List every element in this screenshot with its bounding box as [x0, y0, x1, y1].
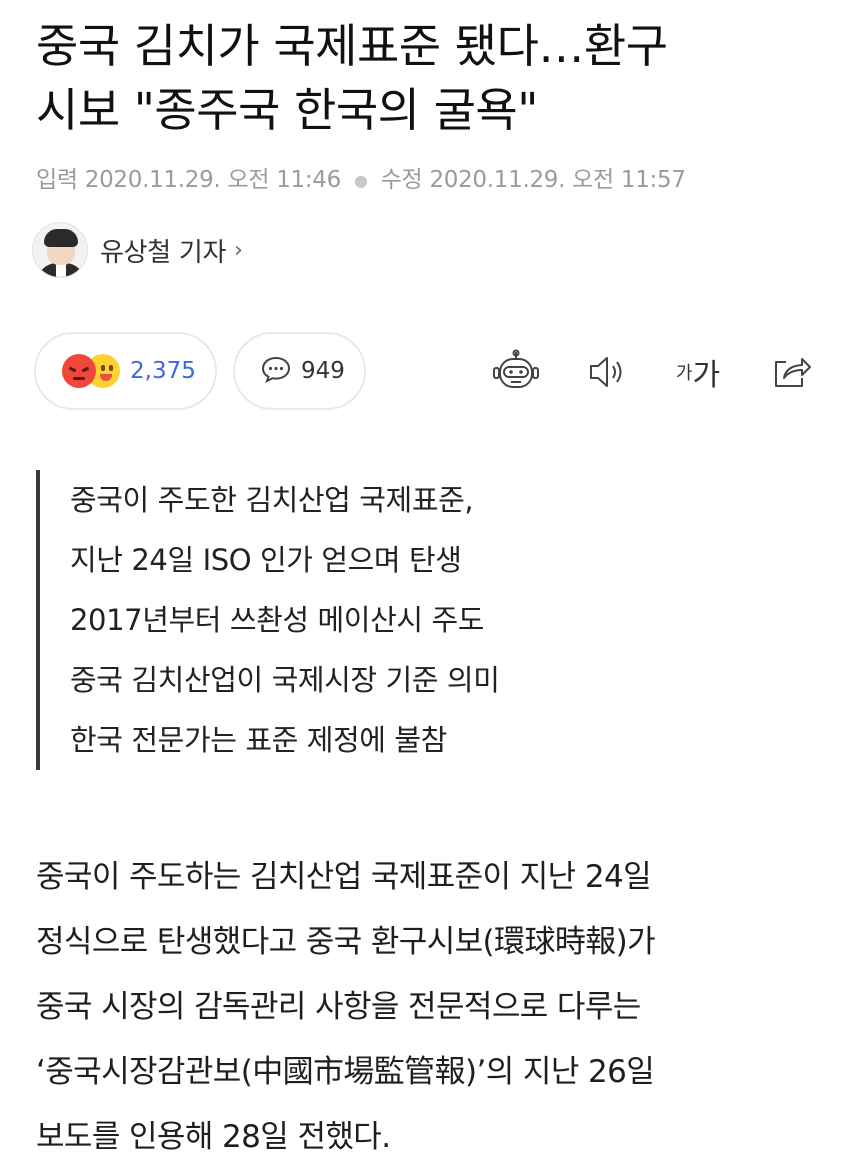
modified-date: 2020.11.29. 오전 11:57 [429, 167, 686, 193]
summary-line: 2017년부터 쓰촨성 메이산시 주도 [70, 603, 485, 637]
separator-dot-icon: ● [354, 171, 368, 190]
article-title-line: 시보 "종주국 한국의 굴욕" [36, 83, 538, 137]
reaction-count: 2,375 [130, 358, 196, 384]
article-body: 중국이 주도하는 김치산업 국제표준이 지난 24일 정식으로 탄생했다고 중국… [36, 845, 826, 1170]
posted-date: 2020.11.29. 오전 11:46 [84, 167, 342, 193]
summary-line: 한국 전문가는 표준 제정에 불참 [70, 723, 447, 757]
body-line: ‘중국시장감관보(中國市場監管報)’의 지난 26일 [36, 1054, 655, 1090]
body-line: 보도를 인용해 28일 전했다. [36, 1119, 391, 1155]
comment-count: 949 [301, 358, 345, 384]
article-title: 중국 김치가 국제표준 됐다…환구 시보 "종주국 한국의 굴욕" [36, 14, 826, 142]
font-size-small-label: 가 [675, 363, 693, 384]
author-avatar [32, 222, 88, 278]
modified-label: 수정 [380, 167, 423, 193]
author-name: 유상철 기자 [100, 237, 227, 268]
body-line: 중국이 주도하는 김치산업 국제표준이 지난 24일 [36, 859, 652, 895]
body-line: 정식으로 탄생했다고 중국 환구시보(環球時報)가 [36, 924, 656, 960]
share-icon[interactable] [766, 348, 816, 396]
speech-bubble-icon [261, 355, 291, 387]
angry-emoji-icon [62, 354, 96, 388]
body-line: 중국 시장의 감독관리 사항을 전문적으로 다루는 [36, 989, 641, 1025]
posted-label: 입력 [36, 167, 78, 193]
robot-summary-icon[interactable] [488, 348, 544, 396]
date-info: 입력 2020.11.29. 오전 11:46 ● 수정 2020.11.29.… [36, 160, 686, 194]
article-summary: 중국이 주도한 김치산업 국제표준, 지난 24일 ISO 인가 얻으며 탄생 … [36, 470, 796, 770]
comment-button[interactable]: 949 [233, 332, 366, 410]
chevron-right-icon: › [234, 237, 243, 263]
author-link[interactable]: 유상철 기자 › [32, 222, 243, 278]
summary-line: 중국 김치산업이 국제시장 기준 의미 [70, 663, 500, 697]
article-title-line: 중국 김치가 국제표준 됐다…환구 [36, 19, 668, 73]
reaction-button[interactable]: 2,375 [34, 332, 217, 410]
summary-line: 중국이 주도한 김치산업 국제표준, [70, 483, 474, 517]
font-size-icon[interactable]: 가가 [668, 348, 728, 396]
font-size-large-label: 가 [692, 358, 721, 393]
summary-line: 지난 24일 ISO 인가 얻으며 탄생 [70, 543, 462, 577]
speaker-icon[interactable] [582, 348, 632, 396]
